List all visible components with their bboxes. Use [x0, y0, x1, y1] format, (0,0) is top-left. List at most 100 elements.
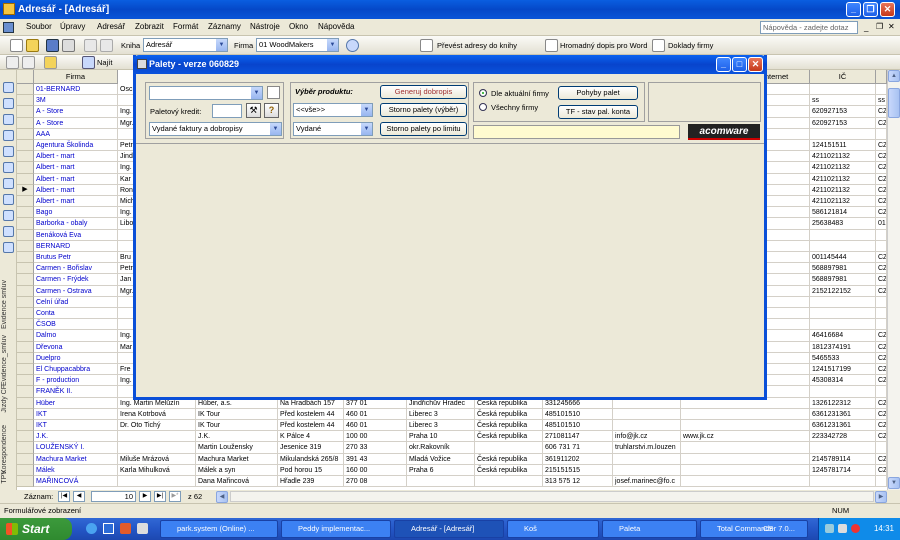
- table-row[interactable]: IKT Irena Kotrbová IK Tour Před kostelem 44…: [17, 408, 887, 420]
- cell-c3[interactable]: Málek a syn: [196, 464, 278, 476]
- table-row[interactable]: Machura Market Miluše Mrázová Machura Mark…: [17, 453, 887, 465]
- filter-icon[interactable]: [44, 56, 57, 69]
- quicklaunch-ie-icon[interactable]: [86, 523, 97, 534]
- cell-c2[interactable]: Karla Mihulková: [118, 464, 196, 476]
- taskbar-item-paleta[interactable]: Paleta: [602, 520, 697, 538]
- row-selector[interactable]: [17, 252, 34, 264]
- cell-c9[interactable]: info@jk.cz: [613, 431, 681, 443]
- info-field[interactable]: [473, 125, 680, 139]
- hromadny-dopis-button[interactable]: Hromadný dopis pro Word: [560, 41, 647, 50]
- quicklaunch-desktop-icon[interactable]: [103, 523, 114, 534]
- menu-format[interactable]: Formát: [173, 22, 198, 31]
- row-selector[interactable]: [17, 84, 34, 96]
- dialog-close-button[interactable]: ✕: [748, 57, 763, 72]
- cell-st[interactable]: CZ: [876, 173, 887, 185]
- cell-firma[interactable]: AAA: [34, 128, 118, 140]
- cell-firma[interactable]: MAŘINCOVÁ: [34, 476, 118, 487]
- row-selector[interactable]: [17, 397, 34, 409]
- row-selector[interactable]: [17, 196, 34, 208]
- cell-ic[interactable]: 568897981: [810, 274, 876, 286]
- cell-firma[interactable]: Dřevona: [34, 341, 118, 353]
- cell-st[interactable]: [876, 84, 887, 95]
- cell-ic[interactable]: 45308314: [810, 375, 876, 387]
- cell-c10[interactable]: [681, 453, 810, 465]
- cell-ic[interactable]: [810, 386, 876, 398]
- menu-zobrazit[interactable]: Zobrazit: [135, 22, 164, 31]
- cell-c8[interactable]: 215151515: [543, 464, 613, 476]
- row-selector[interactable]: [17, 117, 34, 129]
- cell-st[interactable]: [876, 442, 887, 454]
- cell-firma[interactable]: IKT: [34, 408, 118, 420]
- cell-c8[interactable]: 485101510: [543, 408, 613, 420]
- scroll-down-icon[interactable]: ▼: [888, 477, 900, 489]
- cell-st[interactable]: CZ: [876, 364, 887, 375]
- typ-select[interactable]: Vydané ▼: [293, 122, 373, 136]
- cell-c10[interactable]: [681, 420, 810, 431]
- cell-ic[interactable]: 6361231361: [810, 420, 876, 431]
- cell-st[interactable]: CZ: [876, 330, 887, 342]
- cell-ic[interactable]: 620927153: [810, 117, 876, 129]
- minimize-button[interactable]: _: [846, 2, 861, 17]
- menu-okno[interactable]: Okno: [289, 22, 308, 31]
- cell-firma[interactable]: Duelpro: [34, 352, 118, 364]
- cell-firma[interactable]: Albert - mart: [34, 162, 118, 174]
- globe-icon[interactable]: [3, 178, 14, 189]
- table-row[interactable]: IKT Dr. Oto Tichý IK Tour Před kostelem 44 4…: [17, 420, 887, 432]
- cell-firma[interactable]: Málek: [34, 464, 118, 476]
- menu-soubor[interactable]: Soubor: [26, 22, 52, 31]
- row-selector[interactable]: ▶: [17, 184, 34, 196]
- row-selector[interactable]: [17, 431, 34, 443]
- cell-st[interactable]: CZ: [876, 453, 887, 465]
- cut-icon[interactable]: [84, 39, 97, 52]
- taskbar-item-peddy[interactable]: Peddy implementac...: [281, 520, 391, 538]
- tf-stav-button[interactable]: TF - stav pal. konta: [558, 105, 638, 119]
- cell-st[interactable]: CZ: [876, 252, 887, 263]
- taskbar-item-adresar[interactable]: Adresář - [Adresář]: [394, 520, 504, 538]
- quicklaunch-app-icon[interactable]: [120, 523, 131, 534]
- list-icon[interactable]: [3, 194, 14, 205]
- horizontal-scrollbar[interactable]: [230, 491, 874, 502]
- cell-firma[interactable]: FRANĚK II.: [34, 386, 118, 398]
- side-tab[interactable]: Evidence_smluv: [1, 335, 8, 386]
- cell-c4[interactable]: Před kostelem 44: [278, 408, 344, 420]
- row-selector[interactable]: [17, 296, 34, 308]
- cell-ic[interactable]: [810, 84, 876, 95]
- cell-ic[interactable]: 1326122312: [810, 397, 876, 409]
- cell-c6[interactable]: Liberec 3: [407, 408, 475, 420]
- cell-st[interactable]: CZ: [876, 151, 887, 163]
- person-icon[interactable]: [3, 146, 14, 157]
- cell-firma[interactable]: Agentura Školinda: [34, 140, 118, 151]
- cell-firma[interactable]: Conta: [34, 308, 118, 319]
- cell-firma[interactable]: Celní úřad: [34, 296, 118, 308]
- cell-firma[interactable]: F - production: [34, 375, 118, 387]
- cell-c5[interactable]: 460 01: [344, 408, 407, 420]
- dialog-minimize-button[interactable]: _: [716, 57, 731, 72]
- doklady-firmy-button[interactable]: Doklady firmy: [668, 41, 713, 50]
- row-selector[interactable]: [17, 229, 34, 241]
- pohyby-palet-button[interactable]: Pohyby palet: [558, 86, 638, 100]
- cell-c7[interactable]: Česká republika: [475, 431, 543, 443]
- cell-st[interactable]: [876, 296, 887, 308]
- cell-firma[interactable]: A - Store: [34, 117, 118, 129]
- scroll-thumb[interactable]: [888, 88, 900, 118]
- cell-c5[interactable]: 270 33: [344, 442, 407, 454]
- cell-c8[interactable]: 361911202: [543, 453, 613, 465]
- hammer-icon[interactable]: ⚒: [246, 103, 261, 118]
- row-selector[interactable]: [17, 386, 34, 398]
- cell-c5[interactable]: 460 01: [344, 420, 407, 431]
- cell-c3[interactable]: Machura Market: [196, 453, 278, 465]
- vertical-scrollbar[interactable]: ▲ ▼: [887, 70, 900, 490]
- cell-c10[interactable]: [681, 408, 810, 420]
- cell-c6[interactable]: [407, 476, 475, 487]
- row-selector[interactable]: [17, 420, 34, 432]
- cell-c9[interactable]: truhlarstvi.m.louzen: [613, 442, 681, 454]
- card-icon[interactable]: [267, 86, 280, 99]
- cell-c9[interactable]: [613, 453, 681, 465]
- new-record-button[interactable]: ▶*: [169, 491, 181, 502]
- row-selector[interactable]: [17, 218, 34, 230]
- cell-ic[interactable]: 2152122152: [810, 285, 876, 297]
- cell-st[interactable]: CZ: [876, 464, 887, 476]
- cell-c4[interactable]: K Pálce 4: [278, 431, 344, 443]
- language-indicator[interactable]: CS: [763, 518, 773, 540]
- cell-ic[interactable]: 4211021132: [810, 173, 876, 185]
